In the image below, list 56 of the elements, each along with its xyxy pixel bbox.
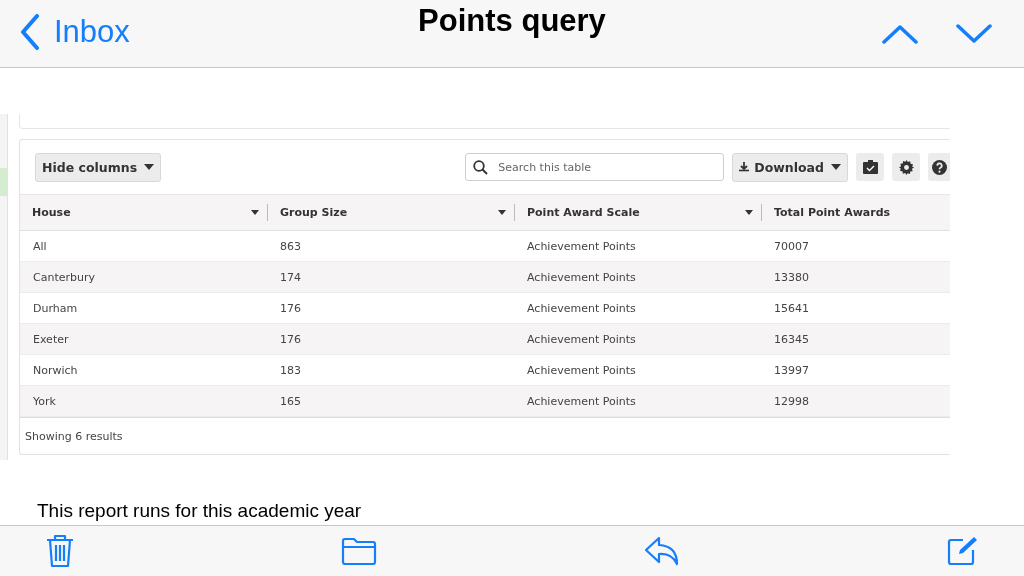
folder-icon[interactable] bbox=[341, 537, 378, 565]
download-button[interactable]: Download bbox=[732, 152, 848, 182]
caret-icon bbox=[144, 164, 155, 170]
results-count: Showing 6 results bbox=[25, 429, 123, 443]
hide-columns-button[interactable]: Hide columns bbox=[35, 152, 162, 182]
trash-icon[interactable] bbox=[45, 534, 75, 568]
table-cell: Achievement Points bbox=[527, 363, 636, 377]
chevron-up-icon[interactable] bbox=[882, 24, 918, 44]
table-cell: 16345 bbox=[774, 332, 809, 346]
sort-caret-icon[interactable] bbox=[745, 210, 753, 215]
settings-icon bbox=[898, 159, 914, 175]
clipboard-check-button[interactable] bbox=[856, 153, 884, 181]
sort-caret-icon[interactable] bbox=[251, 210, 259, 215]
table-cell: Achievement Points bbox=[527, 301, 636, 315]
help-icon bbox=[932, 159, 947, 175]
table-cell: York bbox=[33, 394, 56, 408]
table-cell: Norwich bbox=[33, 363, 78, 377]
table-cell: Achievement Points bbox=[527, 394, 636, 408]
download-icon bbox=[739, 162, 750, 172]
column-header[interactable]: Group Size bbox=[280, 206, 498, 219]
table-cell: Canterbury bbox=[33, 270, 95, 284]
compose-icon[interactable] bbox=[946, 535, 978, 567]
table-cell: 176 bbox=[280, 332, 301, 346]
table-cell: 13380 bbox=[774, 270, 809, 284]
table-cell: 863 bbox=[280, 239, 301, 253]
table-cell: Achievement Points bbox=[527, 270, 636, 284]
back-button[interactable]: Inbox bbox=[20, 12, 130, 52]
column-header[interactable]: Total Point Awards bbox=[774, 206, 942, 219]
message-text: This report runs for this academic year bbox=[37, 500, 363, 522]
caret-icon bbox=[831, 164, 841, 170]
column-header[interactable]: House bbox=[32, 206, 251, 219]
table-cell: Achievement Points bbox=[527, 239, 636, 253]
clipboard-check-icon bbox=[862, 160, 878, 174]
table-cell: 176 bbox=[280, 301, 301, 315]
table-cell: Durham bbox=[33, 301, 78, 315]
table-cell: 15641 bbox=[774, 301, 809, 315]
sidebar-highlight bbox=[0, 168, 7, 196]
table-cell: 165 bbox=[280, 394, 301, 408]
help-button[interactable] bbox=[928, 153, 950, 181]
table-cell: All bbox=[33, 239, 47, 253]
table-cell: 174 bbox=[280, 270, 301, 284]
search-field[interactable]: Search this table bbox=[465, 153, 725, 181]
reply-icon[interactable] bbox=[643, 536, 680, 566]
table-cell: 13997 bbox=[774, 363, 809, 377]
table-cell: Achievement Points bbox=[527, 332, 636, 346]
chevron-left-icon bbox=[20, 14, 40, 50]
chevron-down-icon[interactable] bbox=[956, 24, 992, 44]
column-header[interactable]: Point Award Scale bbox=[527, 206, 745, 219]
table-cell: 183 bbox=[280, 363, 301, 377]
table-cell: 70007 bbox=[774, 239, 809, 253]
table-cell: 12998 bbox=[774, 394, 809, 408]
message-title: Points query bbox=[418, 3, 606, 39]
sort-caret-icon[interactable] bbox=[498, 210, 506, 215]
settings-button[interactable] bbox=[892, 153, 920, 181]
search-icon bbox=[473, 160, 489, 175]
table-cell: Exeter bbox=[33, 332, 69, 346]
